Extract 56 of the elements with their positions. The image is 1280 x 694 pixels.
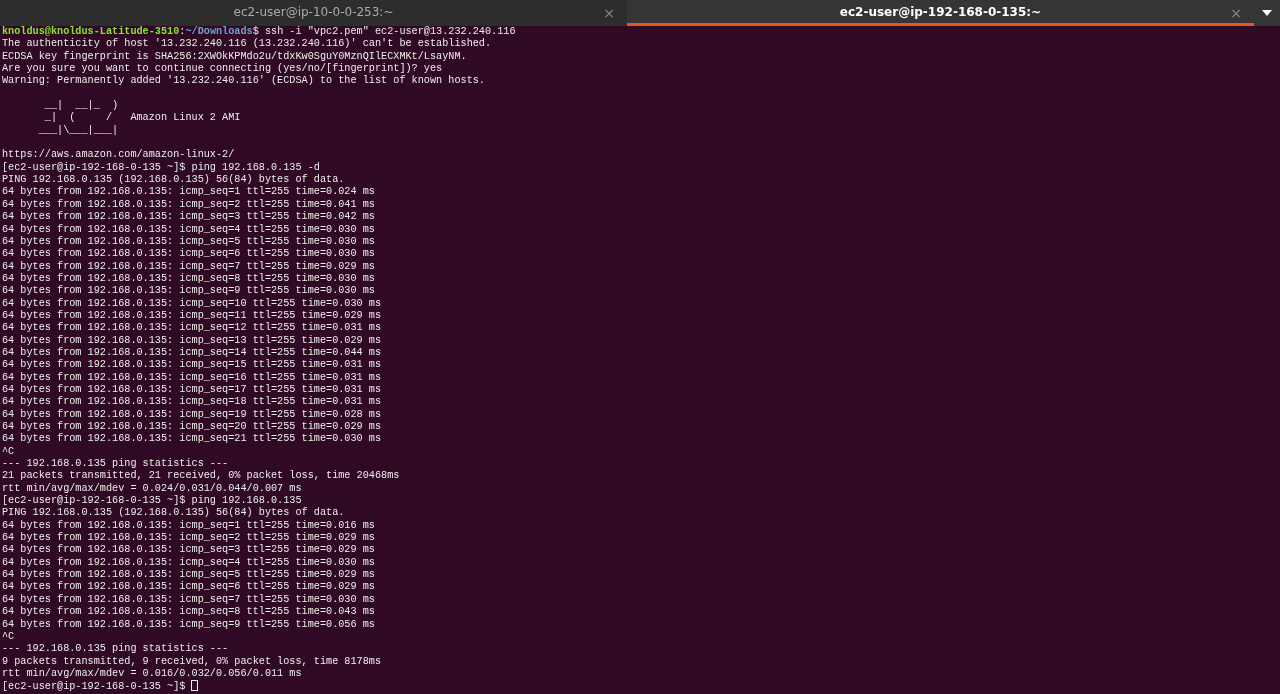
terminal-line: 64 bytes from 192.168.0.135: icmp_seq=9 ttl=255 time=0.030 ms	[2, 285, 375, 297]
terminal-line: 64 bytes from 192.168.0.135: icmp_seq=6 ttl=255 time=0.029 ms	[2, 581, 375, 593]
terminal-line: 64 bytes from 192.168.0.135: icmp_seq=9 ttl=255 time=0.056 ms	[2, 618, 375, 630]
terminal-line: ^C	[2, 630, 15, 642]
terminal-line: 64 bytes from 192.168.0.135: icmp_seq=6 ttl=255 time=0.030 ms	[2, 248, 375, 260]
terminal-line: 64 bytes from 192.168.0.135: icmp_seq=10 ttl=255 time=0.030 ms	[2, 297, 382, 309]
prompt-line: knoldus@knoldus-Latitude-3510:~/Downloads$ ssh -i "vpc2.pem" ec2-user@13.232.240.116	[2, 26, 517, 38]
terminal-line: The authenticity of host '13.232.240.116 (13.232.240.116)' can't be established.	[2, 38, 492, 50]
terminal-line: 64 bytes from 192.168.0.135: icmp_seq=7 ttl=255 time=0.029 ms	[2, 260, 375, 272]
terminal-line: 9 packets transmitted, 9 received, 0% packet loss, time 8178ms	[2, 655, 382, 667]
terminal-line: Warning: Permanently added '13.232.240.116' (ECDSA) to the list of known hosts.	[2, 75, 485, 87]
terminal-line: 64 bytes from 192.168.0.135: icmp_seq=11 ttl=255 time=0.029 ms	[2, 309, 382, 321]
terminal-line: rtt min/avg/max/mdev = 0.024/0.031/0.044/0.007 ms	[2, 482, 302, 494]
terminal-line: [ec2-user@ip-192-168-0-135 ~]$ ping 192.168.0.135 -d	[2, 161, 320, 173]
terminal-line: _| ( / Amazon Linux 2 AMI	[43, 112, 241, 124]
terminal-line: 64 bytes from 192.168.0.135: icmp_seq=5 ttl=255 time=0.029 ms	[2, 569, 375, 581]
terminal-line: 64 bytes from 192.168.0.135: icmp_seq=20 ttl=255 time=0.029 ms	[2, 421, 382, 432]
terminal-line: 64 bytes from 192.168.0.135: icmp_seq=19 ttl=255 time=0.028 ms	[2, 408, 382, 420]
terminal-line: --- 192.168.0.135 ping statistics ---	[2, 643, 229, 655]
terminal-line: 64 bytes from 192.168.0.135: icmp_seq=3 ttl=255 time=0.042 ms	[2, 211, 375, 223]
terminal-line: https://aws.amazon.com/amazon-linux-2/	[2, 149, 235, 161]
terminal-line: __| __|_ )	[43, 100, 119, 112]
dropdown-icon[interactable]	[1262, 10, 1272, 16]
terminal-line: 64 bytes from 192.168.0.135: icmp_seq=5 ttl=255 time=0.030 ms	[2, 235, 375, 247]
terminal-line: 64 bytes from 192.168.0.135: icmp_seq=3 ttl=255 time=0.029 ms	[2, 544, 375, 556]
close-icon[interactable]: ×	[1230, 3, 1242, 24]
terminal-line: 64 bytes from 192.168.0.135: icmp_seq=4 ttl=255 time=0.030 ms	[2, 556, 375, 568]
terminal-line: 64 bytes from 192.168.0.135: icmp_seq=8 ttl=255 time=0.030 ms	[2, 272, 375, 284]
terminal-tab[interactable]: ec2-user@ip-10-0-0-253:~ ×	[0, 0, 627, 26]
terminal-line: PING 192.168.0.135 (192.168.0.135) 56(84) bytes of data.	[2, 507, 345, 519]
terminal-line: 21 packets transmitted, 21 received, 0% packet loss, time 20468ms	[2, 470, 400, 482]
terminal-line: 64 bytes from 192.168.0.135: icmp_seq=1 ttl=255 time=0.016 ms	[2, 519, 375, 531]
terminal-line: ECDSA key fingerprint is SHA256:2XWOkKPMdo2u/tdxKw0SguY0MznQIlECXMKt/LsayNM.	[2, 50, 467, 62]
close-icon[interactable]: ×	[603, 3, 615, 24]
terminal-line: 64 bytes from 192.168.0.135: icmp_seq=1 ttl=255 time=0.024 ms	[2, 186, 375, 198]
terminal-line: 64 bytes from 192.168.0.135: icmp_seq=7 ttl=255 time=0.030 ms	[2, 593, 375, 605]
terminal-line: 64 bytes from 192.168.0.135: icmp_seq=16 ttl=255 time=0.031 ms	[2, 371, 382, 383]
terminal-line: 64 bytes from 192.168.0.135: icmp_seq=2 ttl=255 time=0.041 ms	[2, 198, 375, 210]
terminal-line: [ec2-user@ip-192-168-0-135 ~]$ ping 192.168.0.135	[2, 495, 302, 507]
terminal-line: 64 bytes from 192.168.0.135: icmp_seq=13 ttl=255 time=0.029 ms	[2, 334, 382, 346]
terminal-line: 64 bytes from 192.168.0.135: icmp_seq=2 ttl=255 time=0.029 ms	[2, 532, 375, 544]
terminal-line: 64 bytes from 192.168.0.135: icmp_seq=12 ttl=255 time=0.031 ms	[2, 322, 382, 334]
terminal-line: 64 bytes from 192.168.0.135: icmp_seq=14 ttl=255 time=0.044 ms	[2, 346, 382, 358]
terminal-line: 64 bytes from 192.168.0.135: icmp_seq=15 ttl=255 time=0.031 ms	[2, 359, 382, 371]
terminal-line: Are you sure you want to continue connecting (yes/no/[fingerprint])? yes	[2, 63, 443, 75]
terminal-line: rtt min/avg/max/mdev = 0.016/0.032/0.056/0.011 ms	[2, 667, 302, 679]
terminal-line: ___|\___|___|	[37, 124, 119, 136]
terminal-line: ^C	[2, 445, 15, 457]
terminal-line: 64 bytes from 192.168.0.135: icmp_seq=18 ttl=255 time=0.031 ms	[2, 396, 382, 408]
terminal-line: 64 bytes from 192.168.0.135: icmp_seq=21 ttl=255 time=0.030 ms	[2, 433, 382, 445]
terminal-line: 64 bytes from 192.168.0.135: icmp_seq=8 ttl=255 time=0.043 ms	[2, 606, 375, 618]
terminal-line: 64 bytes from 192.168.0.135: icmp_seq=4 ttl=255 time=0.030 ms	[2, 223, 375, 235]
terminal-line: 64 bytes from 192.168.0.135: icmp_seq=17 ttl=255 time=0.031 ms	[2, 383, 382, 395]
terminal-line: [ec2-user@ip-192-168-0-135 ~]$	[2, 681, 186, 693]
terminal-line: --- 192.168.0.135 ping statistics ---	[2, 458, 229, 470]
terminal-line: PING 192.168.0.135 (192.168.0.135) 56(84) bytes of data.	[2, 174, 345, 186]
